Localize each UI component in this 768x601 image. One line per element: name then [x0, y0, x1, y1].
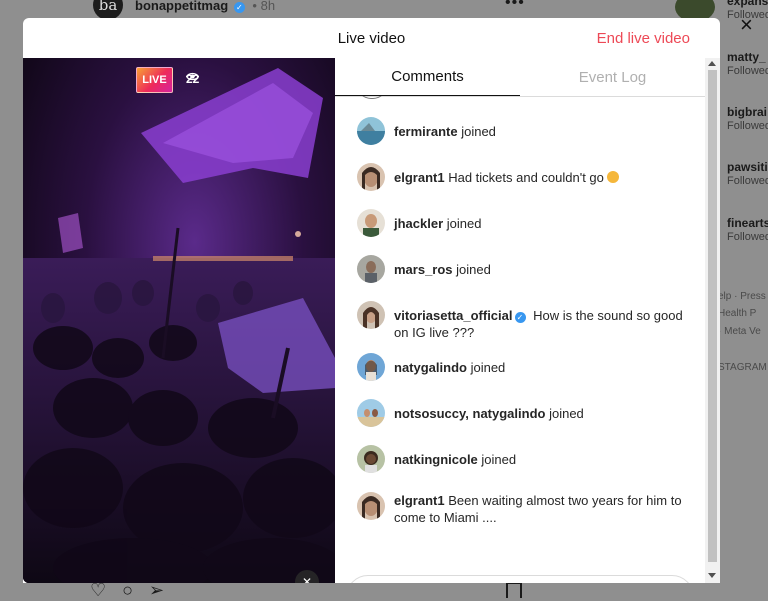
- comment-list[interactable]: fermirante joined elgrant1 Had tickets a…: [335, 96, 705, 552]
- footer-copyright: STAGRAM: [718, 362, 767, 373]
- suggestion-item: finearts Followed: [727, 216, 768, 243]
- tab-comments[interactable]: Comments: [335, 58, 520, 96]
- verified-badge-icon: ✓: [233, 2, 245, 13]
- avatar[interactable]: [357, 255, 385, 283]
- comment-body: joined: [461, 124, 496, 139]
- comment-icon: ○: [122, 580, 134, 600]
- live-video-player[interactable]: LIVE 22 ✕: [23, 58, 335, 583]
- concert-video-frame: [23, 58, 335, 583]
- disappointed-face-icon: [606, 171, 619, 183]
- live-badge: LIVE: [136, 67, 173, 93]
- suggestion-status: Followed: [727, 9, 768, 21]
- comment-username[interactable]: jhackler: [394, 216, 443, 231]
- avatar[interactable]: [357, 399, 385, 427]
- comment-username[interactable]: notsosuccy, natygalindo: [394, 406, 545, 421]
- avatar[interactable]: [357, 117, 385, 145]
- avatar[interactable]: [357, 445, 385, 473]
- avatar[interactable]: [357, 492, 385, 520]
- comment-text: notsosuccy, natygalindo joined: [394, 399, 584, 427]
- suggestion-item: pawsiti Followed: [727, 160, 768, 187]
- comment-username[interactable]: vitoriasetta_official: [394, 308, 513, 323]
- comment-text: elgrant1 Been waiting almost two years f…: [394, 486, 697, 526]
- comment-text: natygalindo joined: [394, 353, 505, 381]
- suggestion-item: expans Followed: [727, 0, 768, 21]
- avatar[interactable]: [357, 301, 385, 329]
- footer-link: Health P: [718, 308, 757, 319]
- tab-event-log[interactable]: Event Log: [520, 58, 705, 96]
- comment-text: jhackler joined: [394, 209, 481, 237]
- suggestion-name: pawsiti: [727, 160, 768, 174]
- comment-text: natkingnicole joined: [394, 445, 516, 473]
- end-live-video-button[interactable]: End live video: [597, 30, 690, 47]
- comment-body: joined: [481, 452, 517, 467]
- list-item: fermirante joined: [357, 117, 697, 145]
- suggestion-name: bigbrai: [727, 105, 768, 119]
- eye-icon: [186, 72, 199, 81]
- suggestion-name: finearts: [727, 216, 768, 230]
- list-item: jhackler joined: [357, 209, 697, 237]
- post-username: bonappetitmag: [135, 0, 229, 13]
- comment-username[interactable]: natkingnicole: [394, 452, 478, 467]
- post-action-icons: ♡ ○ ➢: [90, 580, 180, 601]
- modal-header: Live video End live video: [23, 18, 720, 59]
- heart-icon: ♡: [90, 580, 107, 600]
- comment-username[interactable]: natygalindo: [394, 360, 467, 375]
- comment-text: mars_ros joined: [394, 255, 491, 283]
- post-author-avatar: ba: [93, 0, 123, 20]
- comments-scrollbar[interactable]: [705, 58, 720, 583]
- comment-composer: •••: [346, 575, 694, 583]
- footer-link: elp · Press: [718, 291, 766, 302]
- footer-link: · Meta Ve: [718, 326, 761, 337]
- suggestion-status: Followed: [727, 175, 768, 187]
- post-more-icon: •••: [505, 0, 525, 11]
- list-item: notsosuccy, natygalindo joined: [357, 399, 697, 427]
- scroll-up-icon[interactable]: [708, 61, 716, 66]
- comment-username[interactable]: fermirante: [394, 124, 458, 139]
- comment-body: Had tickets and couldn't go: [448, 170, 604, 185]
- avatar: [357, 96, 387, 99]
- avatar[interactable]: [357, 209, 385, 237]
- suggestion-status: Followed: [727, 65, 768, 77]
- suggestion-status: Followed: [727, 120, 768, 132]
- list-item: mars_ros joined: [357, 255, 697, 283]
- suggestion-item: matty_ Followed: [727, 50, 768, 77]
- comments-panel: Comments Event Log fermirante joined elg…: [335, 58, 720, 583]
- bookmark-icon: [506, 582, 522, 598]
- comment-text: fermirante joined: [394, 117, 496, 145]
- list-item: vitoriasetta_official ✓ How is the sound …: [357, 301, 697, 341]
- suggestion-name: matty_: [727, 50, 766, 64]
- list-item: elgrant1 Been waiting almost two years f…: [357, 486, 697, 526]
- comment-username[interactable]: mars_ros: [394, 262, 453, 277]
- scroll-thumb[interactable]: [708, 70, 717, 562]
- avatar[interactable]: [357, 163, 385, 191]
- avatar[interactable]: [357, 353, 385, 381]
- list-item: natygalindo joined: [357, 353, 697, 381]
- post-author-name: bonappetitmag ✓ • 8h: [135, 0, 275, 13]
- comment-body: joined: [470, 360, 506, 375]
- suggestion-item: bigbrai Followed: [727, 105, 768, 132]
- suggestion-status: Followed: [727, 231, 768, 243]
- scroll-down-icon[interactable]: [708, 573, 716, 578]
- comment-username[interactable]: elgrant1: [394, 170, 445, 185]
- comment-body: joined: [446, 216, 482, 231]
- comment-body: joined: [549, 406, 584, 421]
- share-icon: ➢: [149, 580, 165, 600]
- panel-tabs: Comments Event Log: [335, 58, 705, 97]
- list-item: elgrant1 Had tickets and couldn't go: [357, 163, 697, 191]
- post-time-separator: •: [252, 0, 257, 13]
- live-video-modal: Live video End live video LIVE 22 ✕ Comm…: [23, 18, 720, 583]
- comment-text: vitoriasetta_official ✓ How is the sound …: [394, 301, 697, 341]
- post-time: 8h: [260, 0, 276, 13]
- comment-username[interactable]: elgrant1: [394, 493, 445, 508]
- suggestion-name: expans: [727, 0, 768, 8]
- verified-badge-icon: ✓: [514, 312, 526, 323]
- comment-body: joined: [456, 262, 491, 277]
- comment-text: elgrant1 Had tickets and couldn't go: [394, 163, 619, 191]
- viewer-count: 22: [186, 72, 199, 86]
- list-item: natkingnicole joined: [357, 445, 697, 473]
